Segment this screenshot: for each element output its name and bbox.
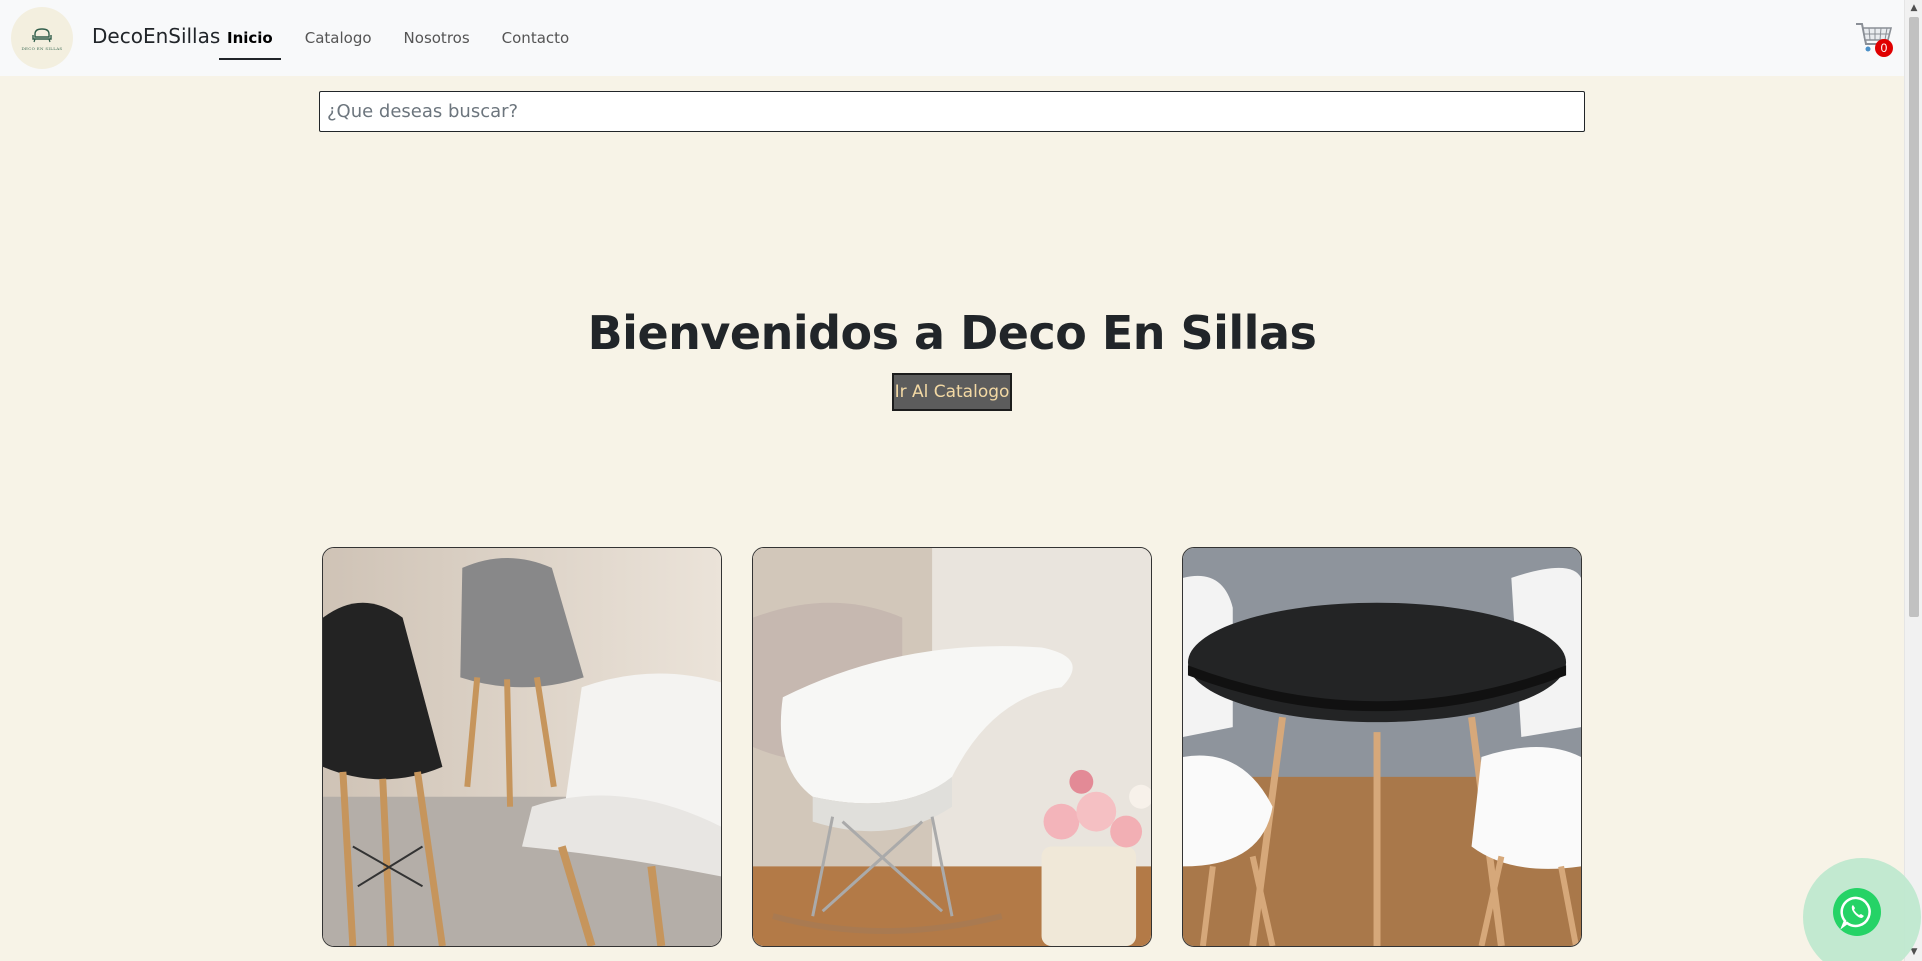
cart-count-badge: 0 (1875, 39, 1893, 57)
page-scrollbar[interactable]: ▲ ▼ (1904, 0, 1922, 961)
rocking-armchair-image (753, 548, 1151, 946)
go-to-catalog-button[interactable]: Ir Al Catalogo (892, 373, 1012, 411)
tufted-chairs-image (323, 548, 721, 946)
scrollbar-thumb[interactable] (1909, 17, 1919, 617)
whatsapp-icon (1840, 896, 1871, 929)
nav-menu: Inicio Catalogo Nosotros Contacto (219, 0, 593, 76)
whatsapp-button[interactable] (1833, 888, 1881, 936)
brand-name[interactable]: DecoEnSillas (92, 24, 220, 48)
search-input[interactable] (319, 91, 1585, 132)
armchair-logo-icon (32, 27, 52, 42)
product-card-dining-set[interactable] (1182, 547, 1582, 947)
cart-button[interactable]: 0 (1854, 18, 1894, 58)
product-card-chairs[interactable] (322, 547, 722, 947)
product-card-rocking-chair[interactable] (752, 547, 1152, 947)
round-table-chairs-image (1183, 548, 1581, 946)
logo-text: DECO EN SILLAS (21, 45, 63, 51)
scroll-up-arrow-icon[interactable]: ▲ (1905, 0, 1922, 17)
hero-title: Bienvenidos a Deco En Sillas (587, 306, 1317, 360)
nav-link-nosotros[interactable]: Nosotros (396, 18, 478, 58)
brand-logo[interactable]: DECO EN SILLAS (11, 7, 73, 69)
nav-link-catalogo[interactable]: Catalogo (297, 18, 380, 58)
nav-link-contacto[interactable]: Contacto (494, 18, 578, 58)
navbar: DECO EN SILLAS DecoEnSillas Inicio Catal… (0, 0, 1904, 76)
nav-link-inicio[interactable]: Inicio (219, 18, 281, 60)
